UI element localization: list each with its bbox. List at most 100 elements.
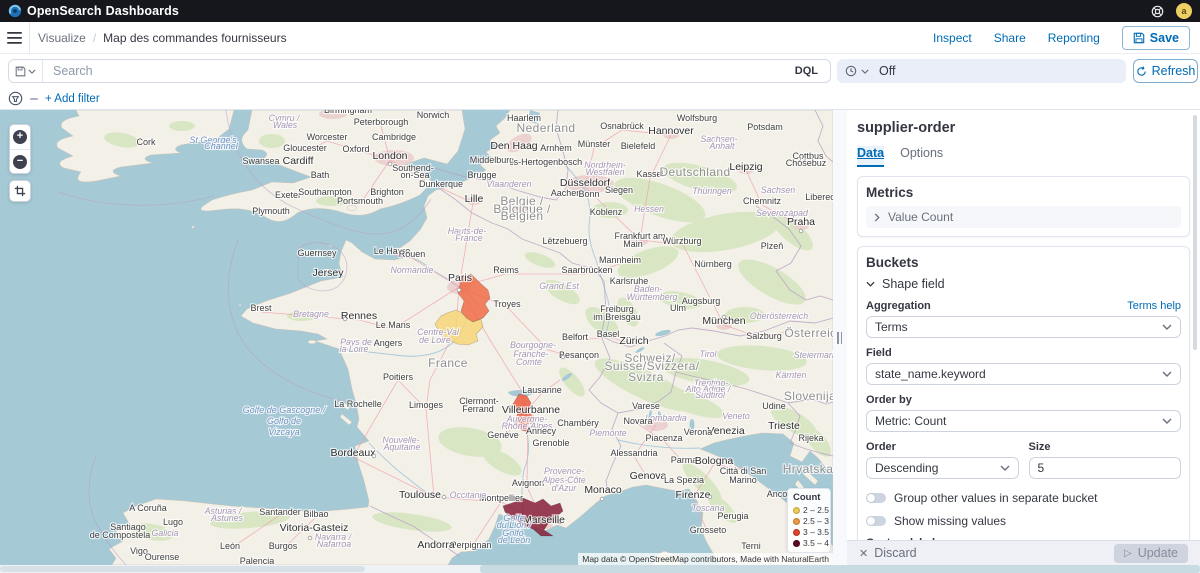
chevron-down-icon xyxy=(28,69,36,74)
map-place-label: Plymouth xyxy=(252,206,290,216)
map-place-label: Poitiers xyxy=(383,372,414,382)
inspect-link[interactable]: Inspect xyxy=(933,31,972,45)
map-place-label: Belgien xyxy=(501,209,544,223)
metrics-section: Metrics Value Count xyxy=(857,176,1190,237)
panel-scrollbar[interactable] xyxy=(1193,115,1197,350)
map-place-label: Angers xyxy=(374,338,403,348)
horizontal-scrollbar[interactable] xyxy=(0,565,1200,573)
map-place-label: Württemberg xyxy=(627,292,678,302)
map-place-label: Bielefeld xyxy=(621,141,656,151)
breadcrumb-visualize[interactable]: Visualize xyxy=(38,31,86,45)
add-filter-link[interactable]: + Add filter xyxy=(45,93,100,105)
map-place-label: la Loire xyxy=(340,344,369,354)
map-place-label: Guernsey xyxy=(297,248,337,258)
save-icon xyxy=(1133,32,1145,44)
editor-scroll-area[interactable]: supplier-order Data Options Metrics Valu… xyxy=(847,110,1200,540)
help-icon[interactable] xyxy=(1151,5,1164,18)
region-map-visualization[interactable]: BirminghamPeterboroughNorwichWorcesterCa… xyxy=(0,110,833,565)
user-avatar[interactable]: a xyxy=(1176,3,1192,19)
shape-field-accordion[interactable]: Shape field xyxy=(866,277,1181,291)
map-place-label: Udine xyxy=(762,401,786,411)
query-language-button[interactable]: DQL xyxy=(783,65,830,77)
chevron-down-icon xyxy=(1000,465,1010,471)
map-place-label: Belfort xyxy=(562,332,589,342)
map-place-label: Deutschland xyxy=(659,165,730,179)
map-place-label: Praha xyxy=(787,216,815,228)
field-select[interactable]: state_name.keyword xyxy=(866,363,1181,385)
map-place-label: Kärnten xyxy=(776,370,807,380)
legend-range-label: 2.5 – 3 xyxy=(803,516,829,526)
map-place-label: Südtirol xyxy=(695,390,726,400)
map-place-label: Genève xyxy=(487,430,519,440)
refresh-button[interactable]: Refresh xyxy=(1133,59,1198,83)
metric-label: Value Count xyxy=(888,210,953,224)
opensearch-dashboards-app: OpenSearchDashboards a Visualize xyxy=(0,0,1200,573)
breadcrumb-current-page: Map des commandes fournisseurs xyxy=(103,31,286,45)
zoom-out-button[interactable]: − xyxy=(10,149,30,173)
show-missing-values-toggle[interactable] xyxy=(866,516,886,526)
opensearch-logo[interactable]: OpenSearchDashboards xyxy=(8,4,179,18)
map-place-label: Österreich xyxy=(784,326,833,340)
terms-help-link[interactable]: Terms help xyxy=(1127,300,1181,312)
group-other-values-toggle[interactable] xyxy=(866,493,886,503)
map-place-label: 's-Hertogenbosch xyxy=(512,157,582,167)
discard-button[interactable]: ✕ Discard xyxy=(859,546,917,560)
aggregation-label: Aggregation xyxy=(866,300,931,312)
field-label: Field xyxy=(866,347,1181,359)
map-place-label: Norwich xyxy=(417,110,450,120)
fit-bounds-button[interactable] xyxy=(9,180,31,202)
size-input[interactable] xyxy=(1029,457,1182,479)
filter-manager-icon[interactable] xyxy=(8,91,23,106)
map-place-label: Mannheim xyxy=(599,255,641,265)
map-place-label: Chóśebuz xyxy=(786,158,827,168)
order-by-select[interactable]: Metric: Count xyxy=(866,410,1181,432)
map-place-label: Salzburg xyxy=(746,331,782,341)
city-marker-dot xyxy=(722,315,726,319)
map-place-label: Cambridge xyxy=(372,132,416,142)
map-place-label: Cardiff xyxy=(283,155,314,167)
hamburger-menu-icon[interactable] xyxy=(0,22,30,54)
map-place-label: Bilbao xyxy=(303,509,328,519)
map-place-label: Troyes xyxy=(493,299,521,309)
map-place-label: La Rochelle xyxy=(334,399,382,409)
map-place-label: Perpignan xyxy=(450,540,491,550)
map-place-label: Bath xyxy=(311,170,330,180)
map-place-label: Novara xyxy=(623,416,652,426)
saved-query-menu-button[interactable] xyxy=(9,60,43,82)
map-place-label: Lausanne xyxy=(522,385,562,395)
tab-data[interactable]: Data xyxy=(857,146,884,167)
map-place-label: Andorra xyxy=(417,539,455,551)
buckets-heading: Buckets xyxy=(866,255,1181,270)
close-icon: ✕ xyxy=(859,547,868,560)
map-place-label: Svizra xyxy=(628,370,664,384)
visualization-editor-panel: supplier-order Data Options Metrics Valu… xyxy=(847,110,1200,565)
order-select[interactable]: Descending xyxy=(866,457,1019,479)
legend-range-label: 3 – 3.5 xyxy=(803,527,829,537)
metric-value-count-accordion[interactable]: Value Count xyxy=(866,206,1181,228)
update-button[interactable]: ▷ Update xyxy=(1114,544,1188,563)
aggregation-select[interactable]: Terms xyxy=(866,316,1181,338)
time-picker[interactable]: Off xyxy=(837,59,1126,83)
map-place-label: Exeter xyxy=(275,190,301,200)
reporting-link[interactable]: Reporting xyxy=(1048,31,1100,45)
share-link[interactable]: Share xyxy=(994,31,1026,45)
panel-resize-handle[interactable] xyxy=(833,110,847,565)
save-button[interactable]: Save xyxy=(1122,26,1190,50)
map-place-label: Potsdam xyxy=(747,122,783,132)
group-other-values-label: Group other values in separate bucket xyxy=(894,491,1097,505)
search-input[interactable] xyxy=(43,64,783,78)
zoom-in-button[interactable]: + xyxy=(10,125,30,149)
scrollbar-thumb[interactable] xyxy=(0,566,365,572)
breadcrumb-separator: / xyxy=(93,31,96,45)
scrollbar-thumb[interactable] xyxy=(480,565,1200,573)
legend-title: Count xyxy=(793,492,825,503)
map-place-label: Galicia xyxy=(152,528,179,538)
map-place-label: Oxford xyxy=(342,144,369,154)
tab-options[interactable]: Options xyxy=(900,146,943,167)
map-place-label: de Compostela xyxy=(90,530,151,540)
order-by-label: Order by xyxy=(866,394,1181,406)
city-marker-dot xyxy=(388,162,392,166)
map-place-label: Hessen xyxy=(634,204,664,214)
map-place-label: Saarbrücken xyxy=(561,265,612,275)
map-place-label: Arnhem xyxy=(540,143,572,153)
